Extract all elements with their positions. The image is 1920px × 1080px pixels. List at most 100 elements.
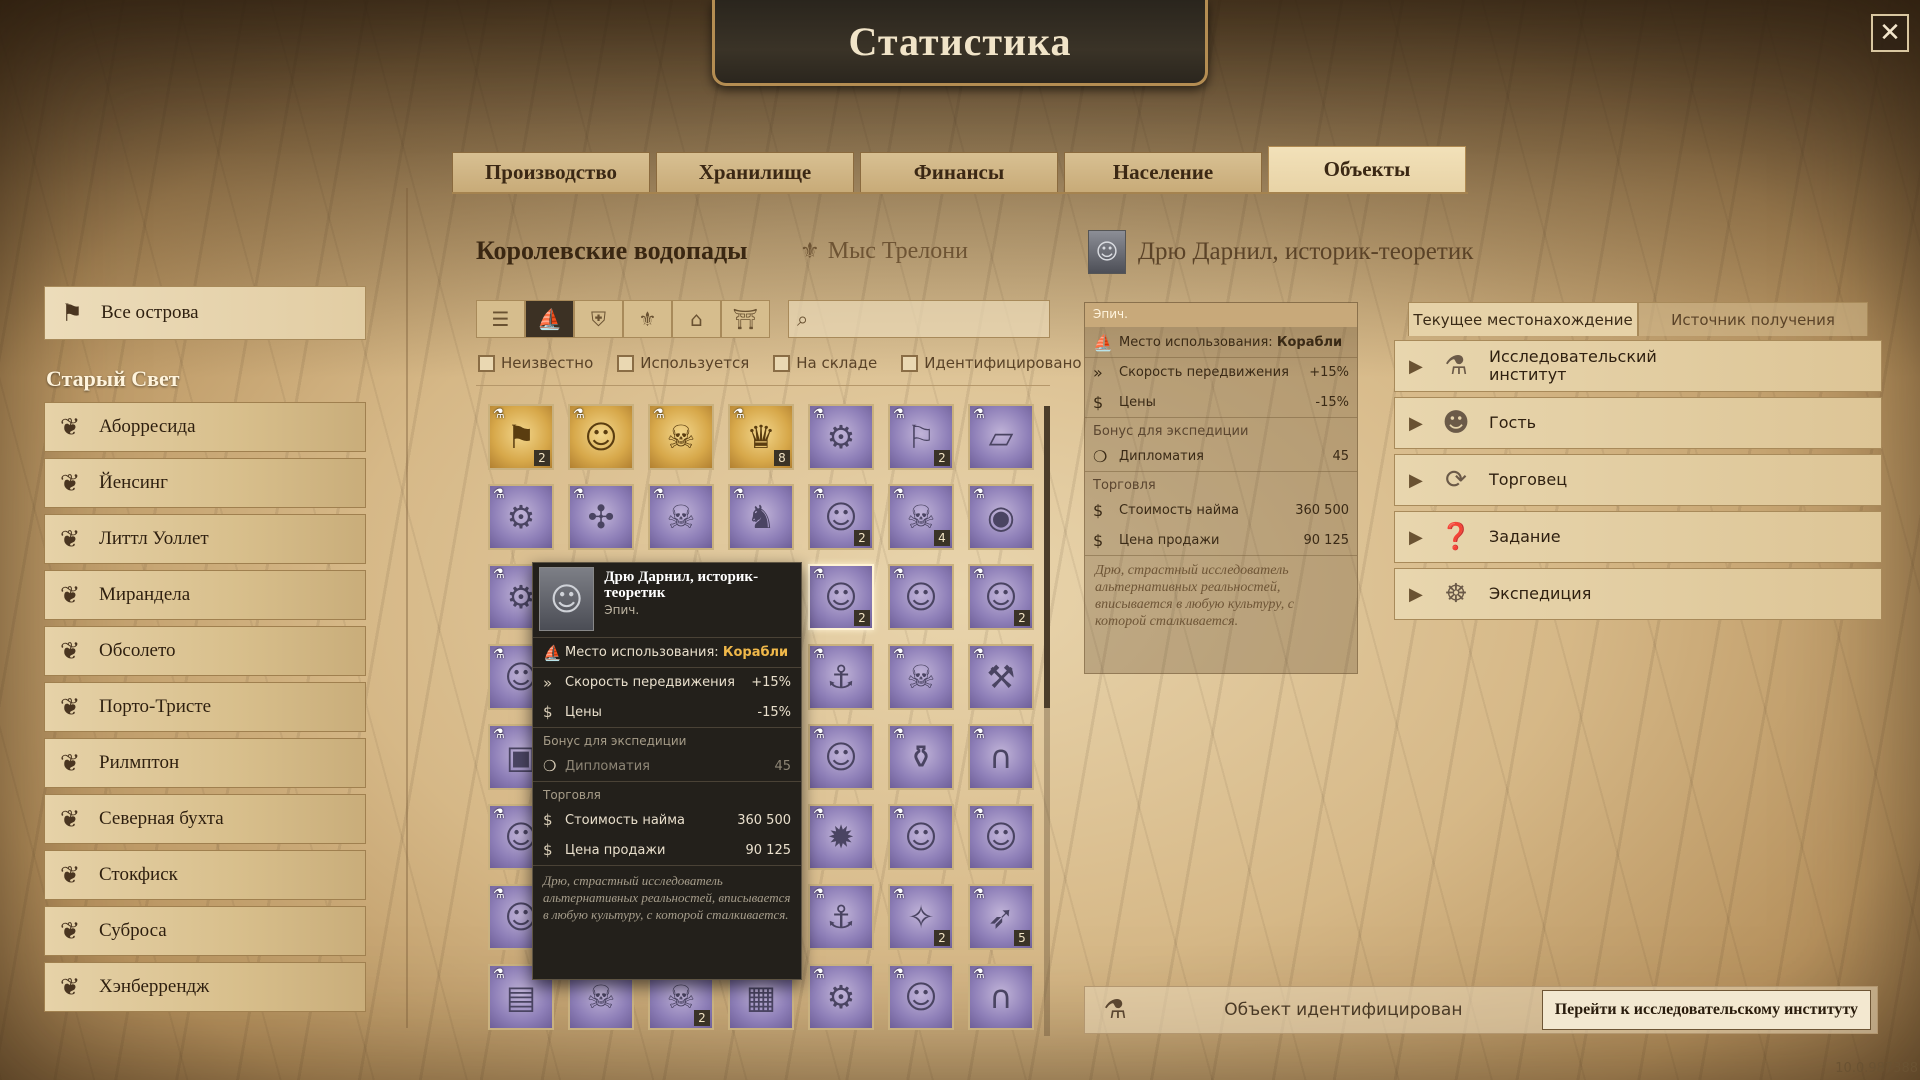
item-slot[interactable]: ⚗ ▱ [968,404,1034,470]
historian-portrait-icon: ☺ [1088,230,1126,274]
island-item[interactable]: ❦ Суброса [44,906,366,956]
hire-label: Стоимость найма [1119,502,1240,518]
item-slot[interactable]: ⚗ ✹ [808,804,874,870]
source-item[interactable]: ▶ ❓ Задание [1394,511,1882,563]
filter-ships-button[interactable]: ⛵ [525,300,574,338]
tooltip-prices: $ Цены -15% [533,697,801,727]
checkbox[interactable] [773,354,791,372]
item-slot[interactable]: ⚗☠ [888,644,954,710]
tab-acquisition-source[interactable]: Источник получения [1638,302,1868,336]
tab-current-location[interactable]: Текущее местонахождение [1408,302,1638,336]
item-slot[interactable]: ⚗ ◉ [968,484,1034,550]
item-slot[interactable]: ⚗ ☺ [888,804,954,870]
play-arrow-icon: ▶ [1409,355,1423,377]
filter-unknown[interactable]: Неизвестно [478,354,593,372]
all-islands-button[interactable]: ⚑ Все острова [44,286,366,340]
checkbox[interactable] [617,354,635,372]
island-item[interactable]: ❦ Порто-Тристе [44,682,366,732]
island-item[interactable]: ❦ Йенсинг [44,458,366,508]
source-item[interactable]: ▶ ☸ Экспедиция [1394,568,1882,620]
item-slot[interactable]: ⚗ ⚑ 2 [488,404,554,470]
item-slot[interactable]: ⚗ ☺ [568,404,634,470]
island-item[interactable]: ❦ Аборресида [44,402,366,452]
item-slot[interactable]: ⚗ ⚙ [808,964,874,1030]
item-slot[interactable]: ⚗☠ [648,404,714,470]
item-slot[interactable]: ⚗ ☺ [888,964,954,1030]
pirate-captain-icon: ☠ [666,418,696,456]
play-arrow-icon: ▶ [1409,526,1423,548]
title-banner: Статистика [712,0,1208,86]
goto-research-institute-button[interactable]: Перейти к исследовательскому институту [1541,990,1871,1030]
item-slot[interactable]: ⚗ ☺ [888,564,954,630]
filter-identified[interactable]: Идентифицировано [901,354,1082,372]
item-slot[interactable]: ⚗ ⚙ [808,404,874,470]
tooltip-description: Дрю, страстный исследователь альтернатив… [533,865,801,929]
filter-in-storage[interactable]: На складе [773,354,877,372]
close-button[interactable]: ✕ [1871,14,1909,52]
source-line-1: Экспедиция [1489,584,1592,603]
item-slot[interactable]: ⚗ ⚱ [888,724,954,790]
checkbox[interactable] [901,354,919,372]
item-slot[interactable]: ⚗ ➶ 5 [968,884,1034,950]
island-item[interactable]: ❦ Литтл Уоллет [44,514,366,564]
filter-military-button[interactable]: ⛨ [574,300,623,338]
item-slot[interactable]: ⚗ ∩ [968,964,1034,1030]
item-slot[interactable]: ⚗ ☺ 2 [968,564,1034,630]
filter-culture-button[interactable]: ⚜ [623,300,672,338]
item-slot[interactable]: ⚗☠ [648,484,714,550]
island-item[interactable]: ❦ Хэнберрендж [44,962,366,1012]
island-item[interactable]: ❦ Рилмптон [44,738,366,788]
tab-items[interactable]: Объекты [1268,146,1466,192]
item-slot[interactable]: ⚗ ♞ [728,484,794,550]
usage-label: Место использования: [1119,334,1273,350]
item-slot[interactable]: ⚗ ☺ [808,724,874,790]
page-title: Статистика [848,19,1072,64]
item-slot[interactable]: ⚗ ⚙ [488,484,554,550]
search-input[interactable] [814,310,1015,328]
grid-scrollbar[interactable] [1044,406,1050,1036]
diplomacy-label: Дипломатия [565,758,650,774]
item-slot[interactable]: ⚗ ✧ 2 [888,884,954,950]
item-slot[interactable]: ⚗ ☺ 2 [808,564,874,630]
tab-storage[interactable]: Хранилище [656,152,854,192]
filter-museum-button[interactable]: ⛩ [721,300,770,338]
item-slot[interactable]: ⚗ ✣ [568,484,634,550]
item-slot[interactable]: ⚗ ∩ [968,724,1034,790]
item-slot[interactable]: ⚗ ☠ 4 [888,484,954,550]
antlers-icon: ❦ [59,581,81,609]
island-label: Северная бухта [99,808,224,829]
flask-icon: ⚗ [733,407,745,422]
item-slot[interactable]: ⚗ ♛ 8 [728,404,794,470]
item-slot[interactable]: ⚗ ⚓ [808,884,874,950]
flask-icon: ⚗ [653,407,665,422]
island-sidebar: ⚑ Все острова Старый Свет ❦ Аборресида ❦ Йе… [44,286,368,1034]
filter-in-use[interactable]: Используется [617,354,749,372]
island-item[interactable]: ❦ Обсолето [44,626,366,676]
source-label: Задание [1489,528,1561,546]
source-item[interactable]: ▶ ☻ Гость [1394,397,1882,449]
detail-item-name: Дрю Дарнил, историк-теоретик [1138,238,1474,265]
island-item[interactable]: ❦ Северная бухта [44,794,366,844]
flask-icon: ⚗ [893,567,905,582]
source-item[interactable]: ▶ ⚗ Исследовательский институт [1394,340,1882,392]
detail-header: ☺ Дрю Дарнил, историк-теоретик [1088,230,1473,274]
tab-production[interactable]: Производство [452,152,650,192]
source-item[interactable]: ▶ ⟳ Торговец [1394,454,1882,506]
coin-icon: $ [1093,530,1104,550]
item-slot[interactable]: ⚗ ☺ [968,804,1034,870]
island-item[interactable]: ❦ Мирандела [44,570,366,620]
item-slot[interactable]: ⚗ ☺ 2 [808,484,874,550]
item-slot[interactable]: ⚗ ⚒ [968,644,1034,710]
item-slot[interactable]: ⚗ ⚓ [808,644,874,710]
filter-town-hall-button[interactable]: ⌂ [672,300,721,338]
officer-portrait-icon: ☺ [824,498,858,536]
island-item[interactable]: ❦ Стокфиск [44,850,366,900]
tab-finance[interactable]: Финансы [860,152,1058,192]
tab-population[interactable]: Население [1064,152,1262,192]
filter-all-button[interactable]: ☰ [476,300,525,338]
item-slot[interactable]: ⚗ ⚐ 2 [888,404,954,470]
scrollbar-thumb[interactable] [1044,406,1050,708]
flask-icon: ⚗ [893,647,905,662]
source-label: Торговец [1489,471,1567,489]
checkbox[interactable] [478,354,495,372]
